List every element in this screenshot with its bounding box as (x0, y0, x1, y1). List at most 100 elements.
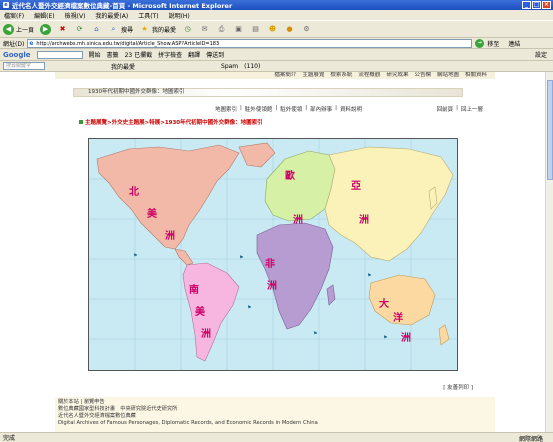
go-arrow-icon[interactable]: → (475, 38, 485, 48)
map-marker[interactable]: ⚑ (383, 335, 387, 341)
window-titlebar: e 近代名人暨外交經濟檔案數位典藏-首頁 - Microsoft Interne… (0, 0, 553, 10)
spellcheck-button[interactable]: 拼字檢查 (158, 50, 182, 59)
nav-results[interactable]: 研究成果 (386, 72, 408, 79)
research-icon[interactable]: ● (284, 24, 295, 35)
forward-button[interactable]: ▶ (40, 23, 52, 35)
security-zone: 網際網路 (518, 436, 543, 442)
web-page: 檔案簡介 主題展覽 檢索系統 流程概觀 研究成果 公告欄 網站地圖 相關資料 1… (55, 72, 495, 432)
label-europe-2: 洲 (293, 214, 303, 226)
up-level-link[interactable]: 回上一層 (461, 105, 483, 113)
search-button[interactable]: ⌕ 搜尋 (108, 24, 133, 35)
edit-icon[interactable]: ▣ (233, 24, 244, 35)
back-page-link[interactable]: 回前頁 (437, 105, 454, 113)
label-asia-1: 亞 (351, 180, 361, 192)
page-title: 1930年代初期中國外交群像：地圖索引 (73, 88, 463, 97)
africa-region[interactable] (256, 222, 334, 330)
map-marker[interactable]: ⚑ (247, 305, 251, 311)
address-bar: 網址(D) http://archwebs.mh.sinica.edu.tw/d… (0, 38, 553, 49)
subnav-map-index[interactable]: 地圖索引 (215, 105, 237, 113)
central-america-region[interactable] (174, 248, 194, 266)
favorites-button[interactable]: ★ 我的最愛 (139, 24, 176, 35)
google-go-button[interactable]: 開始 (89, 50, 101, 59)
window-controls: _ □ × (522, 1, 551, 9)
send-to-button[interactable]: 傳送到 (206, 50, 224, 59)
menu-edit[interactable]: 編輯(E) (34, 11, 54, 20)
menu-favorites[interactable]: 我的最愛(A) (95, 11, 128, 20)
google-toolbar: Google 開始 書籤 23 已攔截 拼字檢查 翻譯 傳送到 設定 (0, 49, 553, 61)
europe-region[interactable] (264, 150, 336, 222)
go-button[interactable]: 移至 (487, 39, 499, 48)
address-input[interactable]: http://archwebs.mh.sinica.edu.tw/digital… (27, 38, 473, 48)
nav-process[interactable]: 流程概觀 (358, 72, 380, 79)
google-search-input[interactable] (36, 50, 83, 59)
bookmarks-button[interactable]: 書籤 (107, 50, 119, 59)
print-friendly-link[interactable]: [ 友善列印 ] (443, 383, 473, 391)
map-marker[interactable]: ⚑ (313, 331, 317, 337)
home-icon[interactable]: ⌂ (91, 24, 102, 35)
standard-toolbar: ◀ 上一頁 ▶ ✖ ⟳ ⌂ ⌕ 搜尋 ★ 我的最愛 ◷ ✉ ⎙ ▣ ▤ ☻ ● … (0, 20, 553, 38)
messenger-icon[interactable]: ☻ (267, 24, 278, 35)
minimize-button[interactable]: _ (522, 1, 531, 9)
menu-view[interactable]: 檢視(V) (65, 11, 86, 20)
map-marker[interactable]: ⚑ (133, 253, 137, 259)
maximize-button[interactable]: □ (532, 1, 541, 9)
window-title: 近代名人暨外交經濟檔案數位典藏-首頁 - Microsoft Internet … (12, 2, 233, 10)
label-oceania-2: 洋 (393, 311, 403, 324)
breadcrumb-text[interactable]: 主題展覽>外交史主題展>特展>1930年代初期中國外交群像：地圖索引 (85, 118, 263, 126)
scrollbar-thumb[interactable] (547, 80, 553, 180)
stop-icon[interactable]: ✖ (57, 24, 68, 35)
links-search-input[interactable]: 搜尋關鍵字 (3, 62, 45, 70)
spam-button[interactable]: Spam (221, 63, 238, 70)
browser-viewport: 檔案簡介 主題展覽 檢索系統 流程概觀 研究成果 公告欄 網站地圖 相關資料 1… (0, 72, 545, 432)
print-icon[interactable]: ⎙ (216, 24, 227, 35)
label-south-america-2: 美 (195, 305, 206, 318)
search-icon: ⌕ (111, 24, 116, 33)
subnav-ministry[interactable]: 部內辦事 (310, 105, 332, 113)
label-oceania-3: 洲 (401, 332, 411, 344)
greenland-region[interactable] (238, 142, 276, 168)
madagascar-region[interactable] (326, 284, 336, 306)
subnav-notes[interactable]: 資料說明 (340, 105, 362, 113)
close-button[interactable]: × (542, 1, 551, 9)
ie-icon: e (3, 2, 9, 8)
mail-icon[interactable]: ✉ (199, 24, 210, 35)
label-south-america-3: 洲 (201, 328, 211, 340)
refresh-icon[interactable]: ⟳ (74, 24, 85, 35)
nav-intro[interactable]: 檔案簡介 (274, 72, 296, 79)
back-button[interactable]: ◀ 上一頁 (3, 23, 34, 35)
links-label[interactable]: 連結 (508, 39, 520, 48)
links-favorites-button[interactable]: 我的最愛 (111, 62, 135, 71)
menu-tools[interactable]: 工具(T) (138, 11, 158, 20)
label-africa-2: 洲 (267, 280, 277, 292)
tools-icon[interactable]: ⚙ (301, 24, 312, 35)
footer-links[interactable]: 關於本站 | 瀏覽申告 (58, 399, 495, 406)
search-label: 搜尋 (121, 26, 134, 34)
nav-related[interactable]: 相關資料 (465, 72, 487, 79)
google-logo[interactable]: Google (3, 51, 31, 59)
google-settings-button[interactable]: 設定 (535, 50, 547, 59)
star-icon: ★ (141, 24, 148, 33)
map-marker[interactable]: ⚑ (239, 255, 243, 261)
vertical-scrollbar[interactable] (545, 72, 553, 432)
translate-button[interactable]: 翻譯 (188, 50, 200, 59)
footer-sponsor: 數位典藏國家型科技計畫 中央研究院近代史研究所 (58, 406, 178, 412)
back-arrow-icon: ◀ (3, 23, 14, 35)
history-icon[interactable]: ◷ (182, 24, 193, 35)
nav-sitemap[interactable]: 網站地圖 (437, 72, 459, 79)
south-america-region[interactable] (182, 262, 240, 362)
nav-exhibits[interactable]: 主題展覽 (302, 72, 324, 79)
map-marker[interactable]: ⚑ (367, 273, 371, 279)
new-zealand-region[interactable] (438, 324, 450, 346)
label-europe-1: 歐 (285, 169, 295, 182)
mail-count[interactable]: (110) (244, 63, 260, 70)
status-bar: 完成 網際網路 (0, 432, 553, 442)
label-south-america-1: 南 (189, 283, 199, 296)
discuss-icon[interactable]: ▤ (250, 24, 261, 35)
menu-help[interactable]: 說明(H) (169, 11, 190, 20)
nav-search[interactable]: 檢索系統 (330, 72, 352, 79)
menu-file[interactable]: 檔案(F) (4, 11, 24, 20)
subnav-embassies[interactable]: 駐外使領館 (245, 105, 273, 113)
popup-blocked-button[interactable]: 23 已攔截 (125, 50, 153, 59)
subnav-envoys[interactable]: 駐外使領 (280, 105, 302, 113)
nav-bulletin[interactable]: 公告欄 (414, 72, 431, 79)
